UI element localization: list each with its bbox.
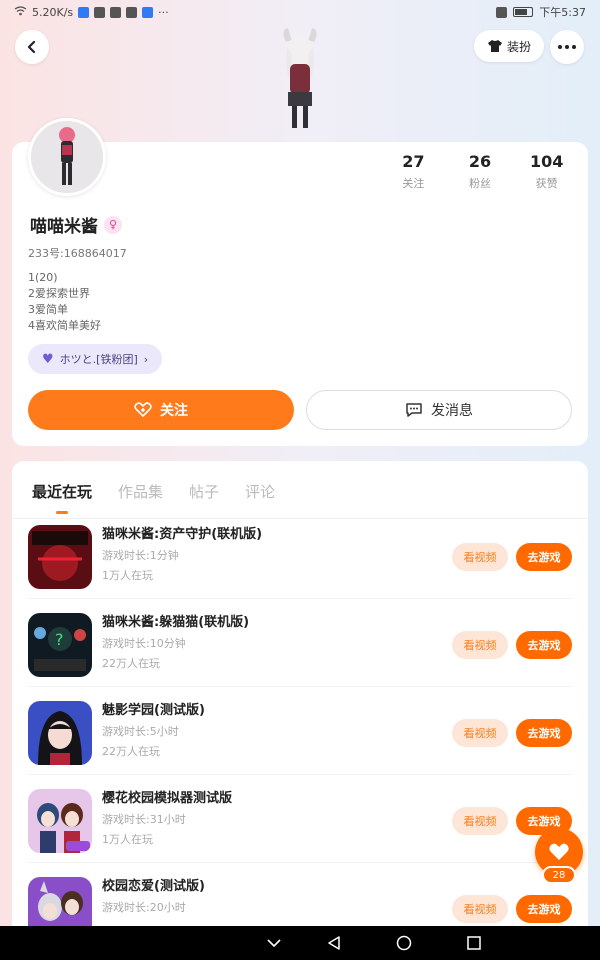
user-id: 233号:168864017 bbox=[28, 247, 127, 260]
bio-line: 2爱探索世界 bbox=[28, 287, 90, 300]
system-nav-bar bbox=[0, 926, 600, 960]
heart-icon: ♥ bbox=[42, 351, 54, 367]
play-game-button[interactable]: 去游戏 bbox=[516, 895, 572, 923]
stat-fans[interactable]: 26 粉丝 bbox=[447, 152, 514, 196]
stat-following[interactable]: 27 关注 bbox=[380, 152, 447, 196]
heart-icon bbox=[549, 843, 569, 860]
tab-posts[interactable]: 帖子 bbox=[189, 481, 219, 502]
tab-comments[interactable]: 评论 bbox=[245, 481, 275, 502]
more-dots-icon bbox=[558, 45, 576, 49]
watch-video-button[interactable]: 看视频 bbox=[452, 631, 508, 659]
character-figure bbox=[270, 24, 330, 134]
game-playtime: 游戏时长:1分钟 bbox=[102, 549, 179, 562]
stat-value: 104 bbox=[529, 152, 564, 171]
list-item[interactable]: 魅影学园(测试版) 游戏时长:5小时 22万人在玩 看视频 去游戏 bbox=[12, 687, 588, 775]
tab-recent[interactable]: 最近在玩 bbox=[32, 481, 92, 514]
game-icon bbox=[28, 525, 92, 589]
follow-label: 关注 bbox=[160, 403, 188, 419]
game-icon bbox=[28, 701, 92, 765]
games-list-card: 最近在玩 作品集 帖子 评论 猫咪米酱:资产守护(联机版) 游戏时长:1分钟 1… bbox=[12, 461, 588, 941]
stat-label: 获赞 bbox=[535, 177, 558, 190]
fan-group-label: ホツと.[铁粉团] bbox=[59, 353, 138, 366]
stat-label: 关注 bbox=[402, 177, 425, 190]
stat-value: 27 bbox=[402, 152, 425, 171]
game-title: 猫咪米酱:躲猫猫(联机版) bbox=[102, 615, 250, 630]
game-title: 魅影学园(测试版) bbox=[102, 703, 205, 718]
wifi-icon bbox=[14, 5, 27, 19]
game-players: 22万人在玩 bbox=[102, 745, 160, 758]
app-notification-icon bbox=[94, 6, 106, 18]
stat-value: 26 bbox=[468, 152, 492, 171]
status-bar: 5.20K/s ··· 下午5:37 bbox=[0, 0, 600, 24]
watch-video-button[interactable]: 看视频 bbox=[452, 807, 508, 835]
bio: 1(20) 2爱探索世界 3爱简单 4喜欢简单美好 bbox=[28, 270, 101, 334]
watch-video-button[interactable]: 看视频 bbox=[452, 719, 508, 747]
tshirt-icon bbox=[487, 40, 502, 52]
play-game-button[interactable]: 去游戏 bbox=[516, 631, 572, 659]
game-players: 1万人在玩 bbox=[102, 833, 153, 846]
hide-keyboard-icon[interactable] bbox=[266, 935, 282, 951]
back-triangle-icon[interactable] bbox=[326, 935, 342, 951]
game-playtime: 游戏时长:20小时 bbox=[102, 901, 186, 914]
bio-line: 4喜欢简单美好 bbox=[28, 319, 101, 332]
dress-up-label: 装扮 bbox=[506, 39, 531, 54]
play-game-button[interactable]: 去游戏 bbox=[516, 543, 572, 571]
bio-line: 3爱简单 bbox=[28, 303, 68, 316]
cast-icon bbox=[496, 6, 508, 18]
game-playtime: 游戏时长:31小时 bbox=[102, 813, 186, 826]
fan-group-pill[interactable]: ♥ ホツと.[铁粉团] › bbox=[28, 344, 163, 374]
more-notifications: ··· bbox=[158, 5, 169, 19]
watch-video-button[interactable]: 看视频 bbox=[452, 543, 508, 571]
chat-notification-icon bbox=[110, 6, 122, 18]
tag-icon[interactable]: ♀ bbox=[104, 215, 122, 234]
svg-text:?: ? bbox=[55, 630, 64, 649]
play-game-button[interactable]: 去游戏 bbox=[516, 719, 572, 747]
stat-likes[interactable]: 104 获赞 bbox=[513, 152, 580, 196]
tab-works[interactable]: 作品集 bbox=[118, 481, 163, 502]
chevron-right-icon: › bbox=[143, 352, 149, 366]
recents-square-icon[interactable] bbox=[466, 935, 482, 951]
watch-video-button[interactable]: 看视频 bbox=[452, 895, 508, 923]
app-notification-icon bbox=[78, 6, 90, 18]
back-button[interactable] bbox=[15, 30, 49, 64]
list-item[interactable]: 樱花校园模拟器测试版 游戏时长:31小时 1万人在玩 看视频 去游戏 bbox=[12, 775, 588, 863]
stat-label: 粉丝 bbox=[469, 177, 491, 190]
home-circle-icon[interactable] bbox=[396, 935, 412, 951]
more-button[interactable] bbox=[550, 30, 584, 64]
username-text: 喵喵米酱 bbox=[30, 217, 98, 237]
game-playtime: 游戏时长:10分钟 bbox=[102, 637, 186, 650]
game-title: 猫咪米酱:资产守护(联机版) bbox=[102, 527, 263, 542]
message-label: 发消息 bbox=[431, 403, 473, 419]
app-notification-icon bbox=[126, 6, 138, 18]
add-heart-icon bbox=[134, 402, 152, 418]
bio-line: 1(20) bbox=[28, 271, 58, 284]
list-item[interactable]: ? 猫咪米酱:躲猫猫(联机版) 游戏时长:10分钟 22万人在玩 看视频 去游戏 bbox=[12, 599, 588, 687]
game-icon bbox=[28, 789, 92, 853]
list-item[interactable]: 猫咪米酱:资产守护(联机版) 游戏时长:1分钟 1万人在玩 看视频 去游戏 bbox=[12, 511, 588, 599]
follow-button[interactable]: 关注 bbox=[28, 390, 294, 430]
game-players: 1万人在玩 bbox=[102, 569, 153, 582]
profile-tabs: 最近在玩 作品集 帖子 评论 bbox=[32, 471, 275, 514]
network-speed: 5.20K/s bbox=[32, 5, 74, 19]
chat-bubble-icon bbox=[406, 403, 422, 417]
message-button[interactable]: 发消息 bbox=[306, 390, 572, 430]
game-players: 22万人在玩 bbox=[102, 657, 160, 670]
like-count-badge: 28 bbox=[542, 866, 576, 884]
game-icon: ? bbox=[28, 613, 92, 677]
game-title: 校园恋爱(测试版) bbox=[102, 879, 205, 894]
app-notification-icon bbox=[142, 6, 154, 18]
clock: 下午5:37 bbox=[539, 6, 586, 19]
chevron-left-icon bbox=[27, 40, 36, 54]
battery-icon bbox=[513, 7, 534, 17]
username: 喵喵米酱 ♀ bbox=[30, 212, 122, 237]
profile-stats: 27 关注 26 粉丝 104 获赞 bbox=[380, 152, 580, 196]
game-title: 樱花校园模拟器测试版 bbox=[102, 791, 233, 806]
game-playtime: 游戏时长:5小时 bbox=[102, 725, 179, 738]
dress-up-button[interactable]: 装扮 bbox=[474, 30, 544, 62]
avatar[interactable] bbox=[28, 118, 106, 196]
